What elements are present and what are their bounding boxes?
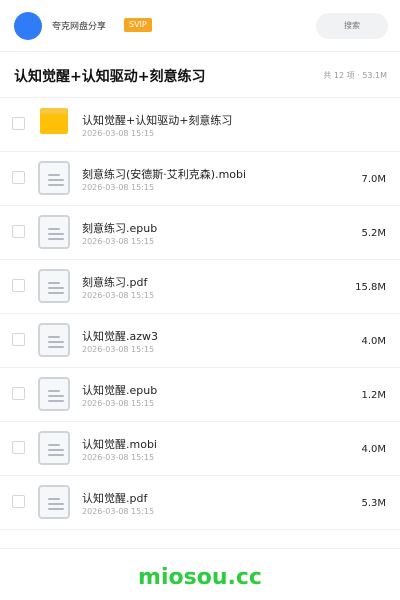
select-checkbox[interactable] bbox=[12, 387, 25, 400]
file-date: 2026-03-08 15:15 bbox=[82, 183, 155, 192]
document-icon bbox=[38, 431, 70, 465]
file-date: 2026-03-08 15:15 bbox=[82, 129, 155, 138]
select-checkbox[interactable] bbox=[12, 117, 25, 130]
page-title: 认知觉醒+认知驱动+刻意练习 bbox=[14, 69, 206, 85]
list-item[interactable]: 刻意练习.pdf 2026-03-08 15:15 15.8M bbox=[0, 260, 400, 314]
file-name: 认知觉醒.epub bbox=[82, 384, 158, 397]
list-item[interactable]: 认知觉醒.pdf 2026-03-08 15:15 5.3M bbox=[0, 476, 400, 530]
document-icon bbox=[38, 269, 70, 303]
file-list: 认知觉醒+认知驱动+刻意练习 2026-03-08 15:15 刻意练习(安德斯… bbox=[0, 98, 400, 530]
file-name: 刻意练习.pdf bbox=[82, 276, 148, 289]
select-checkbox[interactable] bbox=[12, 333, 25, 346]
document-icon bbox=[38, 161, 70, 195]
svip-badge[interactable]: SVIP bbox=[124, 18, 152, 32]
document-icon bbox=[38, 323, 70, 357]
file-size: 5.2M bbox=[361, 228, 386, 239]
file-name: 刻意练习.epub bbox=[82, 222, 158, 235]
list-item[interactable]: 认知觉醒+认知驱动+刻意练习 2026-03-08 15:15 bbox=[0, 98, 400, 152]
select-checkbox[interactable] bbox=[12, 225, 25, 238]
file-size: 4.0M bbox=[361, 336, 386, 347]
document-icon bbox=[38, 215, 70, 249]
file-name: 认知觉醒.mobi bbox=[82, 438, 157, 451]
file-name: 刻意练习(安德斯·艾利克森).mobi bbox=[82, 168, 247, 181]
list-item[interactable]: 刻意练习(安德斯·艾利克森).mobi 2026-03-08 15:15 7.0… bbox=[0, 152, 400, 206]
file-date: 2026-03-08 15:15 bbox=[82, 237, 155, 246]
file-date: 2026-03-08 15:15 bbox=[82, 399, 155, 408]
title-bar: 认知觉醒+认知驱动+刻意练习 共 12 项 · 53.1M bbox=[0, 52, 400, 98]
file-size: 4.0M bbox=[361, 444, 386, 455]
select-checkbox[interactable] bbox=[12, 171, 25, 184]
avatar[interactable] bbox=[14, 12, 42, 40]
select-checkbox[interactable] bbox=[12, 441, 25, 454]
header: 夸克网盘分享 SVIP bbox=[0, 0, 400, 52]
brand-name: 夸克网盘分享 bbox=[52, 22, 107, 32]
file-size: 7.0M bbox=[361, 174, 386, 185]
file-size: 5.3M bbox=[361, 498, 386, 509]
document-icon bbox=[38, 485, 70, 519]
select-checkbox[interactable] bbox=[12, 279, 25, 292]
file-name: 认知觉醒.azw3 bbox=[82, 330, 159, 343]
file-name: 认知觉醒+认知驱动+刻意练习 bbox=[82, 114, 233, 127]
list-item[interactable]: 认知觉醒.mobi 2026-03-08 15:15 4.0M bbox=[0, 422, 400, 476]
folder-icon bbox=[40, 108, 68, 134]
file-size: 15.8M bbox=[355, 282, 386, 293]
search-input[interactable] bbox=[316, 13, 388, 39]
file-date: 2026-03-08 15:15 bbox=[82, 291, 155, 300]
footer: miosou.cc bbox=[0, 548, 400, 600]
file-date: 2026-03-08 15:15 bbox=[82, 453, 155, 462]
file-date: 2026-03-08 15:15 bbox=[82, 345, 155, 354]
file-summary: 共 12 项 · 53.1M bbox=[323, 71, 387, 80]
file-size: 1.2M bbox=[361, 390, 386, 401]
file-date: 2026-03-08 15:15 bbox=[82, 507, 155, 516]
select-checkbox[interactable] bbox=[12, 495, 25, 508]
list-item[interactable]: 认知觉醒.epub 2026-03-08 15:15 1.2M bbox=[0, 368, 400, 422]
site-watermark: miosou.cc bbox=[138, 565, 262, 590]
file-name: 认知觉醒.pdf bbox=[82, 492, 148, 505]
list-item[interactable]: 刻意练习.epub 2026-03-08 15:15 5.2M bbox=[0, 206, 400, 260]
page: 夸克网盘分享 SVIP 认知觉醒+认知驱动+刻意练习 共 12 项 · 53.1… bbox=[0, 0, 400, 600]
document-icon bbox=[38, 377, 70, 411]
list-item[interactable]: 认知觉醒.azw3 2026-03-08 15:15 4.0M bbox=[0, 314, 400, 368]
